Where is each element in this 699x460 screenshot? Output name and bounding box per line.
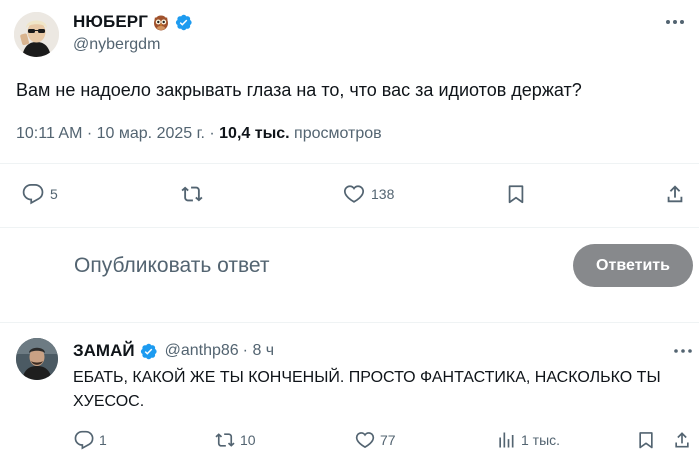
owl-emoji-icon	[152, 13, 170, 31]
reply-reply-count: 1	[99, 432, 107, 448]
reply-submit-button[interactable]: Ответить	[573, 244, 693, 287]
bookmark-icon	[639, 432, 653, 449]
reply-views-count: 1 тыс.	[521, 432, 561, 448]
reply-like-count: 77	[380, 432, 396, 448]
share-action[interactable]	[664, 183, 686, 205]
share-icon	[667, 185, 683, 203]
reply-text: ЕБАТЬ, КАКОЙ ЖЕ ТЫ КОНЧЕНЫЙ. ПРОСТО ФАНТ…	[73, 369, 661, 410]
reply-action[interactable]: 5	[22, 183, 58, 205]
author-avatar[interactable]	[14, 12, 59, 57]
tweet-timestamp[interactable]: 10:11 AM · 10 мар. 2025 г.	[16, 125, 205, 143]
reply-like-action[interactable]: 77	[355, 430, 396, 450]
reply-views-action[interactable]: 1 тыс.	[496, 430, 560, 450]
divider	[0, 322, 699, 323]
author-name[interactable]: НЮБЕРГ	[73, 12, 148, 32]
tweet-text: Вам не надоело закрывать глаза на то, чт…	[16, 80, 582, 100]
share-icon	[675, 432, 689, 448]
reply-bookmark-action[interactable]	[636, 430, 656, 450]
bookmark-action[interactable]	[505, 183, 527, 205]
divider	[0, 227, 699, 228]
reply-author-name[interactable]: ЗАМАЙ	[73, 341, 135, 361]
reply-retweet-count: 10	[240, 432, 256, 448]
reply-icon	[22, 183, 44, 205]
retweet-icon	[215, 433, 235, 447]
views-icon	[499, 432, 514, 448]
divider	[0, 163, 699, 164]
author-name-row: НЮБЕРГ	[73, 10, 193, 34]
reply-count: 5	[50, 186, 58, 202]
reply-header: ЗАМАЙ @anthp86 · 8 ч	[73, 340, 274, 362]
heart-icon	[343, 185, 365, 203]
reply-time[interactable]: · 8 ч	[243, 342, 274, 360]
more-icon[interactable]	[663, 12, 687, 32]
like-count: 138	[371, 186, 395, 202]
meta-separator: ·	[204, 125, 220, 142]
reply-author-handle[interactable]: @anthp86	[165, 342, 239, 360]
verified-badge-icon[interactable]	[139, 342, 158, 361]
reply-retweet-action[interactable]: 10	[215, 430, 256, 450]
more-icon[interactable]	[672, 342, 694, 360]
heart-icon	[355, 432, 375, 449]
author-handle[interactable]: @nybergdm	[73, 36, 160, 54]
verified-badge-icon[interactable]	[174, 13, 193, 32]
retweet-icon	[181, 186, 203, 202]
views-label: просмотров	[289, 125, 382, 142]
reply-icon	[74, 430, 94, 450]
tweet-meta: 10:11 AM · 10 мар. 2025 г. · 10,4 тыс. п…	[16, 125, 382, 143]
reply-author-avatar[interactable]	[16, 338, 58, 380]
views-count: 10,4 тыс.	[219, 125, 290, 142]
reply-reply-action[interactable]: 1	[74, 430, 107, 450]
bookmark-icon	[508, 185, 524, 204]
retweet-action[interactable]	[181, 183, 209, 205]
reply-input[interactable]: Опубликовать ответ	[74, 254, 270, 278]
like-action[interactable]: 138	[343, 183, 394, 205]
reply-share-action[interactable]	[672, 430, 692, 450]
